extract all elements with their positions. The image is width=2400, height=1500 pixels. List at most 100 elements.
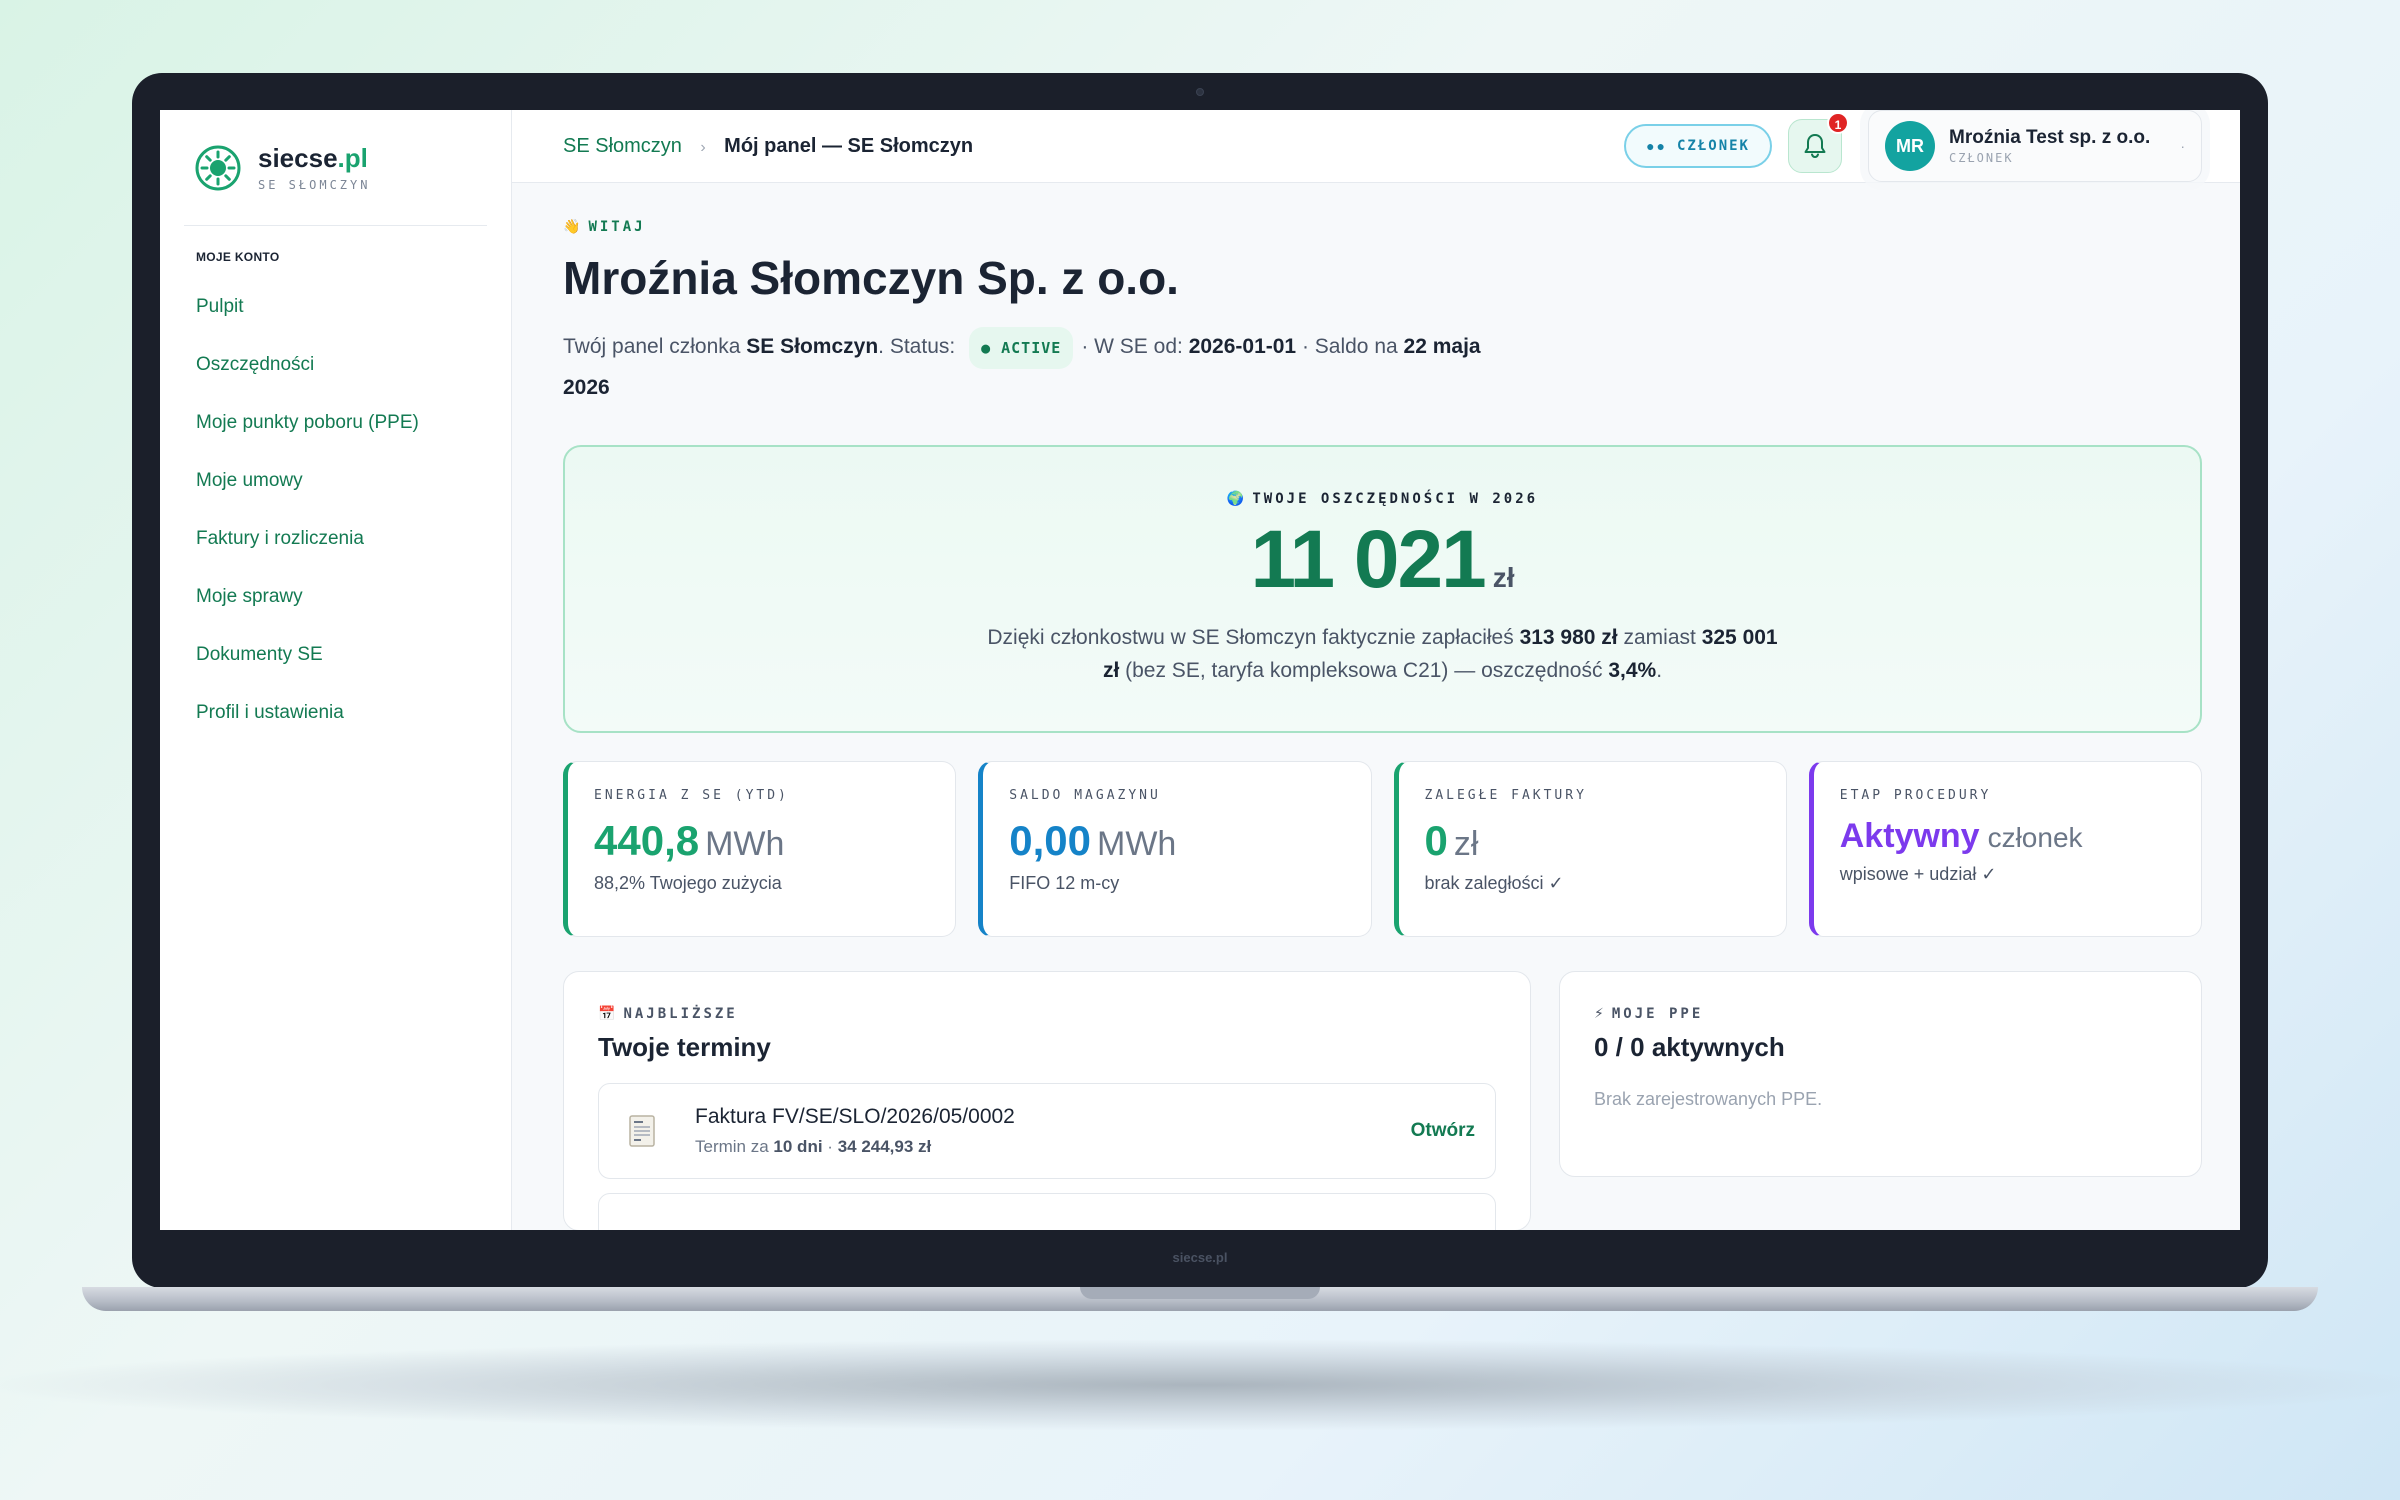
kpi-unit: MWh — [1097, 825, 1177, 863]
notifications-button[interactable]: 1 — [1788, 112, 1849, 173]
kpi-unit: członek — [1987, 822, 2083, 853]
floor-shadow — [0, 1340, 2400, 1430]
kpi-label: ZALEGŁE FAKTURY — [1424, 788, 1587, 803]
intro-since-value: 2026-01-01 — [1188, 335, 1297, 358]
panels-row: 📅 NAJBLIŻSZE Twoje terminy Faktura FV/SE… — [563, 971, 2202, 1230]
savings-eyebrow-text: TWOJE OSZCZĘDNOŚCI W 2026 — [1252, 491, 1539, 507]
kpi-energy: ENERGIA Z SE (YTD) 440,8 MWh 88,2% Twojeg… — [563, 761, 957, 937]
intro-se-name: SE Słomczyn — [746, 335, 879, 358]
welcome-eyebrow-text: WITAJ — [588, 219, 646, 235]
intro-status-label: . Status: — [878, 335, 956, 358]
deadline-due: 10 dni — [773, 1137, 823, 1156]
savings-desc-1: Dzięki członkostwu w SE Słomczyn faktycz… — [987, 626, 1514, 649]
sidebar-item-pulpit[interactable]: Pulpit — [184, 278, 487, 336]
deadlines-eyebrow-text: NAJBLIŻSZE — [623, 1006, 738, 1022]
invoice-document-icon — [629, 1115, 655, 1147]
savings-desc-2: zamiast — [1623, 626, 1696, 649]
dashboard-content: 👋 WITAJ Mroźnia Słomczyn Sp. z o.o. Twój … — [512, 183, 2240, 1230]
kpi-value: 0,00 — [1009, 817, 1091, 864]
deadline-due-prefix: Termin za — [695, 1137, 769, 1156]
top-bar: SE Słomczyn › Mój panel — SE Słomczyn ●●… — [512, 110, 2240, 183]
kpi-value-row: 440,8 MWh — [594, 817, 929, 865]
user-role: CZŁONEK — [1949, 151, 2014, 165]
kpi-unit: MWh — [705, 825, 785, 863]
savings-amount-value: 11 021 — [1250, 514, 1486, 605]
lightning-icon: ⚡ — [1594, 1006, 1604, 1022]
role-pill[interactable]: ●● CZŁONEK — [1624, 124, 1772, 168]
kpi-label: ENERGIA Z SE (YTD) — [594, 788, 789, 803]
kpi-label: SALDO MAGAZYNU — [1009, 788, 1161, 803]
logo[interactable]: siecse.pl SE SŁOMCZYN — [184, 110, 487, 226]
brand-name-text: siecse — [258, 143, 338, 173]
deadline-sub: Termin za 10 dni · 34 244,93 zł — [695, 1137, 1015, 1157]
notifications-badge: 1 — [1827, 112, 1849, 134]
kpi-storage: SALDO MAGAZYNU 0,00 MWh FIFO 12 m-cy — [978, 761, 1372, 937]
savings-card: 🌍 TWOJE OSZCZĘDNOŚCI W 2026 11 021 zł Dzię… — [563, 445, 2202, 733]
role-dots-icon: ●● — [1646, 138, 1667, 154]
kpi-value: 440,8 — [594, 817, 700, 864]
ppe-empty-note: Brak zarejestrowanych PPE. — [1594, 1089, 1823, 1109]
kpi-unit: zł — [1453, 825, 1479, 863]
user-name: Mroźnia Test sp. z o.o. — [1949, 127, 2151, 148]
savings-eyebrow: 🌍 TWOJE OSZCZĘDNOŚCI W 2026 — [565, 491, 2200, 507]
sidebar-item-savings[interactable]: Oszczędności — [184, 336, 487, 394]
list-item[interactable]: Faktura FV/SE/SLO/2026/05/0002 Termin za… — [598, 1083, 1496, 1179]
sidebar-nav: Pulpit Oszczędności Moje punkty poboru (… — [184, 278, 487, 742]
sidebar-item-contracts[interactable]: Moje umowy — [184, 452, 487, 510]
kpi-sub: 88,2% Twojego zużycia — [594, 873, 782, 893]
kpi-procedure: ETAP PROCEDURY Aktywny członek wpisowe + … — [1808, 761, 2202, 937]
savings-amount: 11 021 zł — [565, 513, 2200, 607]
user-menu[interactable]: MR Mroźnia Test sp. z o.o. CZŁONEK · — [1868, 110, 2202, 182]
calendar-icon: 📅 — [598, 1006, 616, 1022]
savings-desc-4: . — [1656, 659, 1663, 682]
savings-percent: 3,4% — [1608, 659, 1657, 682]
main-area: SE Słomczyn › Mój panel — SE Słomczyn ●●… — [512, 110, 2240, 1230]
sidebar-item-documents[interactable]: Dokumenty SE — [184, 626, 487, 684]
bezel-brand-label: siecse.pl — [1172, 1250, 1228, 1265]
deadline-title: Faktura FV/SE/SLO/2026/05/0002 — [695, 1105, 1015, 1128]
kpi-value-row: 0 zł — [1425, 817, 1760, 865]
list-item[interactable] — [598, 1193, 1496, 1230]
sidebar-item-invoices[interactable]: Faktury i rozliczenia — [184, 510, 487, 568]
breadcrumb-chevron-icon: › — [700, 138, 706, 156]
kpi-value-row: Aktywny członek — [1840, 817, 2175, 856]
brand-tld: .pl — [337, 143, 368, 173]
ppe-title: 0 / 0 aktywnych — [1594, 1032, 1785, 1062]
deadline-info: Faktura FV/SE/SLO/2026/05/0002 Termin za… — [695, 1105, 1015, 1157]
wave-icon: 👋 — [563, 219, 581, 235]
deadlines-panel: 📅 NAJBLIŻSZE Twoje terminy Faktura FV/SE… — [563, 971, 1531, 1230]
globe-icon: 🌍 — [1226, 491, 1245, 507]
sidebar-item-ppe[interactable]: Moje punkty poboru (PPE) — [184, 394, 487, 452]
top-bar-actions: ●● CZŁONEK 1 MR Mroźnia Test sp. z o.o. … — [1624, 110, 2202, 182]
app-screen: siecse.pl SE SŁOMCZYN MOJE KONTO Pulpit … — [160, 110, 2240, 1230]
page-title: Mroźnia Słomczyn Sp. z o.o. — [563, 252, 1179, 304]
open-invoice-button[interactable]: Otwórz — [1411, 1120, 1475, 1142]
welcome-eyebrow: 👋 WITAJ — [563, 219, 2202, 235]
role-pill-label: CZŁONEK — [1676, 138, 1750, 154]
kpi-row: ENERGIA Z SE (YTD) 440,8 MWh 88,2% Twojeg… — [563, 761, 2202, 937]
sidebar-item-cases[interactable]: Moje sprawy — [184, 568, 487, 626]
brand-subtitle: SE SŁOMCZYN — [258, 178, 371, 192]
kpi-sub: wpisowe + udział ✓ — [1839, 864, 1997, 884]
sidebar: siecse.pl SE SŁOMCZYN MOJE KONTO Pulpit … — [160, 110, 512, 1230]
logo-text: siecse.pl SE SŁOMCZYN — [258, 143, 370, 192]
kpi-label: ETAP PROCEDURY — [1839, 788, 1992, 803]
user-menu-caret-icon: · — [2180, 138, 2185, 154]
deadline-amount: 34 244,93 zł — [837, 1137, 932, 1156]
kpi-overdue: ZALEGŁE FAKTURY 0 zł brak zaległości ✓ — [1393, 761, 1787, 937]
ppe-panel: ⚡ MOJE PPE 0 / 0 aktywnych Brak zarejestr… — [1559, 971, 2202, 1177]
savings-amount-unit: zł — [1492, 562, 1515, 593]
nav-section-label: MOJE KONTO — [196, 250, 280, 264]
logo-sun-icon — [195, 145, 241, 190]
intro-balance-label: · Saldo na — [1301, 335, 1398, 358]
breadcrumb: SE Słomczyn › Mój panel — SE Słomczyn — [563, 135, 973, 158]
savings-paid: 313 980 zł — [1519, 626, 1618, 649]
savings-description: Dzięki członkostwu w SE Słomczyn faktycz… — [983, 621, 1783, 687]
deadline-sep: · — [827, 1137, 833, 1156]
kpi-value: 0 — [1424, 817, 1448, 864]
intro-since-label: · W SE od: — [1081, 335, 1183, 358]
sidebar-item-profile[interactable]: Profil i ustawienia — [184, 684, 487, 742]
breadcrumb-root[interactable]: SE Słomczyn — [563, 135, 682, 157]
kpi-sub: brak zaległości ✓ — [1424, 873, 1564, 893]
brand-name: siecse.pl — [258, 143, 370, 174]
